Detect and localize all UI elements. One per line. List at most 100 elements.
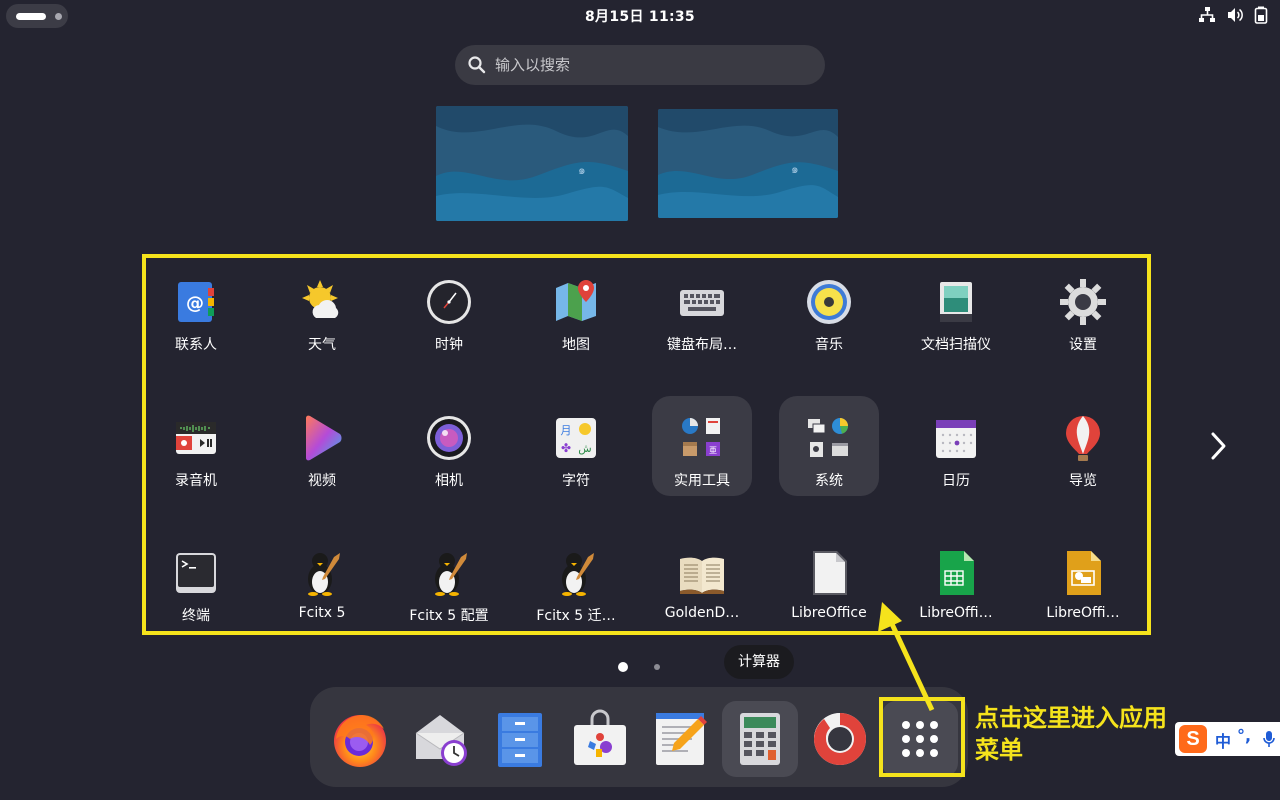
app-label: 相机 [435, 473, 463, 489]
app-sound-recorder[interactable]: 录音机 [146, 396, 246, 496]
app-label: 日历 [942, 473, 970, 489]
dock-software[interactable] [562, 701, 638, 777]
app-weather[interactable]: 天气 [272, 260, 372, 360]
svg-text:๑: ๑ [791, 162, 799, 176]
contacts-icon: @ [178, 282, 214, 322]
search-icon [468, 56, 486, 74]
page-indicator-1[interactable] [618, 662, 628, 672]
app-contacts[interactable]: @ 联系人 [146, 260, 246, 360]
app-label: 键盘布局… [667, 337, 737, 353]
search-bar[interactable] [455, 45, 825, 85]
settings-gear-icon [1060, 279, 1106, 325]
libreoffice-impress-icon [1067, 551, 1101, 595]
characters-icon: 月 ✤ ش [556, 418, 596, 458]
app-label: Fcitx 5 配置 [409, 608, 489, 624]
videos-icon [306, 415, 342, 461]
app-maps[interactable]: 地图 [526, 260, 626, 360]
chevron-right-icon[interactable] [1204, 428, 1232, 464]
mail-clock-icon [415, 715, 467, 766]
app-goldendict[interactable]: GoldenD… [652, 531, 752, 631]
app-settings[interactable]: 设置 [1033, 260, 1133, 360]
app-label: 视频 [308, 473, 336, 489]
clock-datetime[interactable]: 8月15日 11:35 [540, 6, 740, 26]
app-label: 实用工具 [674, 473, 730, 489]
app-document-scanner[interactable]: 文档扫描仪 [906, 260, 1006, 360]
workspace-thumbnail-2[interactable]: ๑ [658, 109, 838, 218]
app-libreoffice-calc[interactable]: LibreOffi… [906, 531, 1006, 631]
text-editor-icon [656, 713, 707, 765]
microphone-icon[interactable] [1263, 730, 1275, 748]
app-clock[interactable]: 时钟 [399, 260, 499, 360]
scanner-icon [940, 282, 972, 322]
folder-system[interactable]: 系统 [779, 396, 879, 496]
dictionary-book-icon [680, 557, 724, 594]
app-fcitx5[interactable]: Fcitx 5 [272, 531, 372, 631]
dock-firefox[interactable] [322, 701, 398, 777]
app-libreoffice-impress[interactable]: LibreOffi… [1033, 531, 1133, 631]
fcitx-penguin-icon [435, 553, 467, 596]
app-music[interactable]: 音乐 [779, 260, 879, 360]
system-tray[interactable] [1198, 6, 1268, 24]
fcitx-penguin-icon [308, 553, 340, 596]
svg-text:ش: ش [578, 442, 591, 455]
activities-indicator[interactable] [6, 4, 68, 28]
folder-utilities[interactable]: 亜 实用工具 [652, 396, 752, 496]
search-input[interactable] [495, 53, 805, 77]
app-libreoffice[interactable]: LibreOffice [779, 531, 879, 631]
tour-balloon-icon [1066, 416, 1100, 461]
volume-icon[interactable] [1226, 6, 1244, 24]
ime-punctuation-toggle[interactable]: °, [1237, 726, 1251, 745]
app-label: Fcitx 5 [298, 605, 346, 621]
sogou-logo-icon[interactable]: S [1179, 725, 1207, 753]
svg-text:月: 月 [561, 424, 572, 437]
music-icon [807, 280, 851, 324]
utilities-folder-icon: 亜 [682, 418, 720, 456]
maps-icon [556, 280, 596, 321]
app-label: 系统 [815, 473, 843, 489]
app-fcitx5-migrator[interactable]: Fcitx 5 迁… [526, 531, 626, 631]
dock-text-editor[interactable] [642, 701, 718, 777]
app-label: 终端 [182, 608, 210, 624]
libreoffice-calc-icon [940, 551, 974, 595]
network-icon[interactable] [1198, 6, 1216, 24]
calculator-icon [740, 713, 780, 765]
dock-show-apps[interactable] [882, 701, 958, 777]
app-tour[interactable]: 导览 [1033, 396, 1133, 496]
app-label: LibreOffice [791, 605, 867, 621]
dock-help[interactable] [802, 701, 878, 777]
terminal-icon [176, 553, 216, 593]
dock-calculator[interactable] [722, 701, 798, 777]
libreoffice-icon [813, 551, 847, 595]
app-camera[interactable]: 相机 [399, 396, 499, 496]
app-label: 时钟 [435, 337, 463, 353]
ime-toolbar[interactable]: S 中 °, [1175, 722, 1280, 756]
app-label: 音乐 [815, 337, 843, 353]
dock-evolution[interactable] [402, 701, 478, 777]
app-fcitx5-config[interactable]: Fcitx 5 配置 [399, 531, 499, 631]
app-grid-icon [902, 721, 938, 757]
app-label: LibreOffi… [919, 605, 993, 621]
app-terminal[interactable]: 终端 [146, 531, 246, 631]
svg-text:@: @ [186, 293, 204, 314]
camera-icon [427, 416, 471, 460]
ime-mode-toggle[interactable]: 中 [1215, 728, 1231, 752]
app-label: 文档扫描仪 [921, 337, 991, 353]
tooltip: 计算器 [724, 645, 794, 679]
page-indicator-2[interactable] [654, 664, 660, 670]
workspace-1-pill[interactable] [16, 13, 46, 20]
battery-icon[interactable] [1254, 6, 1268, 24]
dock-files[interactable] [482, 701, 558, 777]
wallpaper-thumbnail: ๑ [658, 109, 838, 218]
sound-recorder-icon [176, 422, 216, 454]
app-calendar[interactable]: 日历 [906, 396, 1006, 496]
app-characters[interactable]: 月 ✤ ش 字符 [526, 396, 626, 496]
software-bag-icon [574, 709, 626, 765]
app-label: 设置 [1069, 337, 1097, 353]
file-cabinet-icon [498, 713, 542, 767]
wallpaper-thumbnail: ๑ [436, 106, 628, 221]
workspace-thumbnail-1[interactable]: ๑ [436, 106, 628, 221]
app-label: 天气 [308, 337, 336, 353]
app-videos[interactable]: 视频 [272, 396, 372, 496]
workspace-2-dot[interactable] [55, 13, 62, 20]
app-keyboard-layout[interactable]: 键盘布局… [652, 260, 752, 360]
